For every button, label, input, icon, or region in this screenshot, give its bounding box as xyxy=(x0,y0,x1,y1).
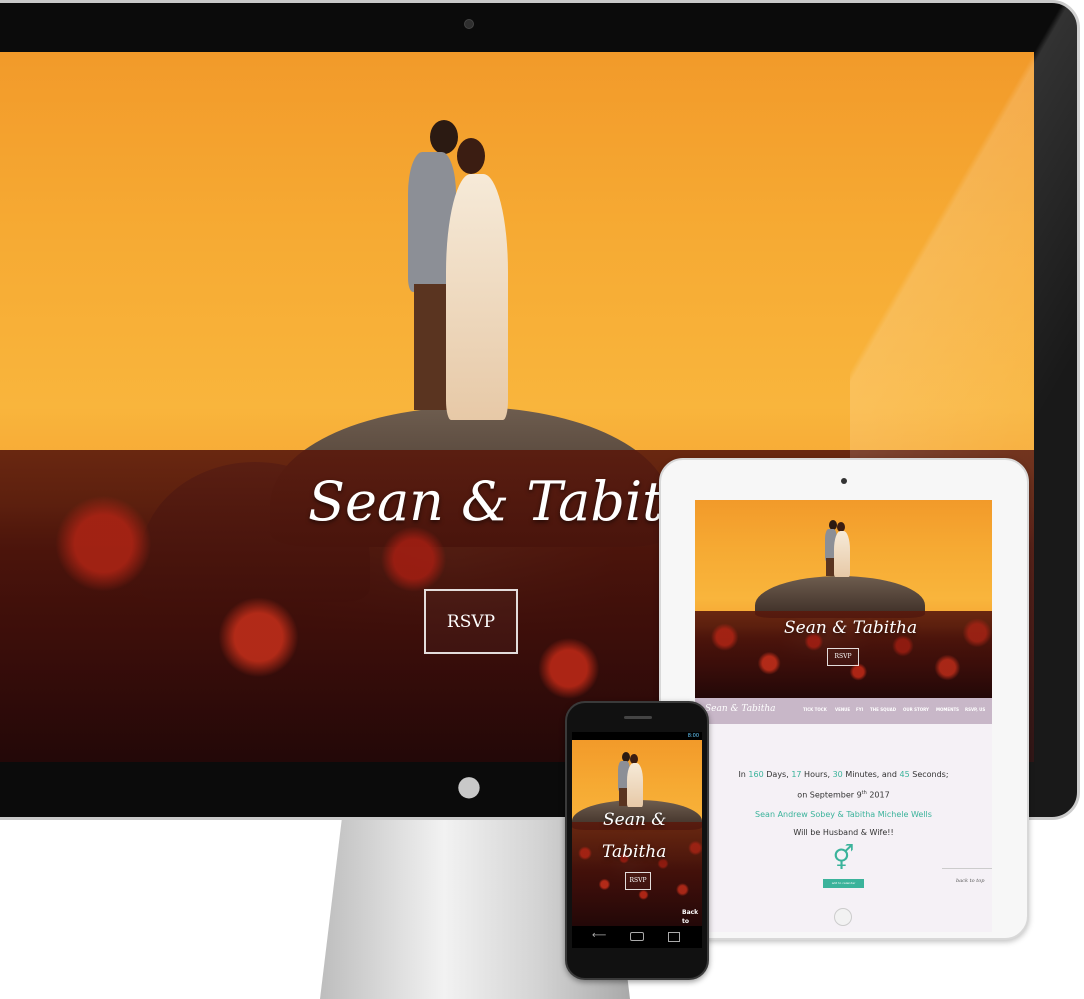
rsvp-button[interactable]: RSVP xyxy=(424,589,518,654)
nav-item-fyi[interactable]: FYI xyxy=(856,707,863,712)
back-icon[interactable]: ⟵ xyxy=(592,930,606,941)
date-text: on September 9 xyxy=(797,790,862,800)
back-to-top-line1: Back xyxy=(682,909,699,916)
hero-title-line2: Tabitha xyxy=(602,842,667,862)
countdown-hours-label: Hours, xyxy=(804,770,831,779)
countdown-prefix: In xyxy=(738,770,746,779)
countdown-line: In 160 Days, 17 Hours, 30 Minutes, and 4… xyxy=(695,770,992,779)
nav-item-venue[interactable]: VENUE xyxy=(835,707,850,712)
hero-title-line1: Sean & xyxy=(603,810,667,830)
phone-screen: 8:00 Sean & Tabitha RSVP Back to Top xyxy=(572,732,702,926)
divider xyxy=(942,868,992,869)
nav-brand[interactable]: Sean & Tabitha xyxy=(705,704,775,714)
back-to-top-link[interactable]: back to top xyxy=(956,878,984,884)
nav-item-the-squad[interactable]: THE SQUAD xyxy=(870,707,896,712)
nav-item-tick-tock[interactable]: TICK TOCK xyxy=(803,707,827,712)
home-button[interactable] xyxy=(834,908,852,926)
rsvp-button[interactable]: RSVP xyxy=(625,872,651,890)
couple-names: Sean Andrew Sobey & Tabitha Michele Well… xyxy=(755,810,932,819)
apple-icon: ● xyxy=(456,769,482,802)
status-time: 8:00 xyxy=(687,733,699,739)
back-to-top-button[interactable]: Back to Top xyxy=(682,908,702,926)
back-to-top-line2: to Top xyxy=(682,918,689,925)
date-year: 2017 xyxy=(869,790,890,800)
date-suffix: th xyxy=(861,790,867,796)
countdown-hours: 17 xyxy=(791,770,802,779)
camera-icon xyxy=(464,19,474,29)
add-to-calendar-button[interactable]: add to calendar xyxy=(823,879,864,888)
android-nav-bar: ⟵ xyxy=(572,926,702,948)
camera-icon xyxy=(841,478,847,484)
countdown-days: 160 xyxy=(748,770,764,779)
tablet-screen: Sean & Tabitha RSVP Sean & Tabitha TICK … xyxy=(695,500,992,932)
home-icon[interactable] xyxy=(630,932,644,941)
phone-hero: Sean & Tabitha RSVP Back to Top xyxy=(572,740,702,926)
status-bar: 8:00 xyxy=(572,732,702,740)
closing-text: Will be Husband & Wife!! xyxy=(793,828,894,837)
recent-apps-icon[interactable] xyxy=(668,932,680,942)
tablet-hero: Sean & Tabitha RSVP xyxy=(695,500,992,698)
countdown-days-label: Days, xyxy=(766,770,789,779)
wedding-date: on September 9th 2017 xyxy=(695,790,992,800)
countdown-seconds-label: Seconds; xyxy=(912,770,949,779)
countdown-seconds: 45 xyxy=(899,770,910,779)
tablet-navbar: Sean & Tabitha TICK TOCK VENUE FYI THE S… xyxy=(695,698,992,724)
nav-item-our-story[interactable]: OUR STORY xyxy=(903,707,929,712)
nav-item-rsvp-us[interactable]: RSVP, US xyxy=(965,707,985,712)
rsvp-button[interactable]: RSVP xyxy=(827,648,859,666)
nav-item-moments[interactable]: MOMENTS xyxy=(936,707,959,712)
hero-title: Sean & Tabitha xyxy=(784,618,918,638)
countdown-minutes: 30 xyxy=(832,770,843,779)
countdown-minutes-label: Minutes, and xyxy=(845,770,897,779)
speaker-grill xyxy=(624,716,652,719)
